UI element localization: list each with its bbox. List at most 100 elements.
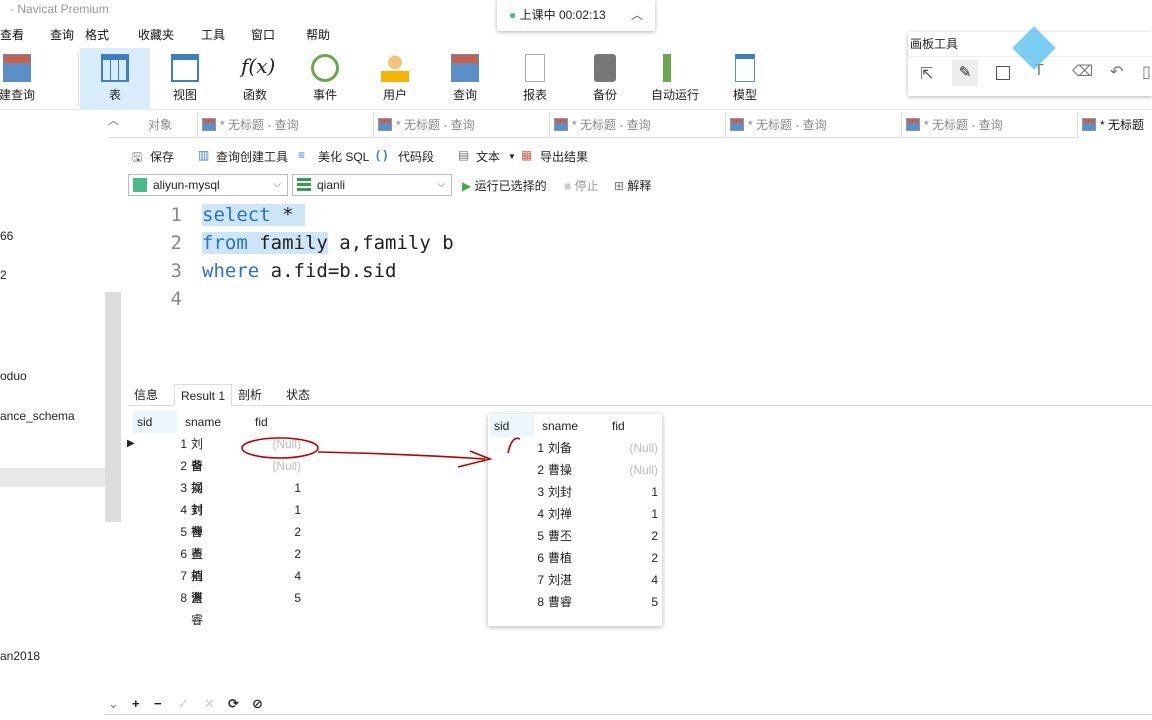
cell-fid[interactable]: 4 [251, 565, 301, 587]
pen-tool-icon[interactable]: ✎ [952, 60, 978, 86]
beautify-sql-button[interactable]: 美化 SQL [318, 148, 369, 165]
cell-sname[interactable]: 曹丕 [548, 525, 572, 547]
text-button[interactable]: 文本 [476, 148, 500, 165]
sidebar-item[interactable]: ance_schema [0, 409, 75, 423]
cell-sname[interactable]: 曹植 [191, 543, 203, 583]
delete-tool-icon[interactable]: ▯ [1142, 62, 1151, 82]
explain-button[interactable]: ⊞ 解释 [614, 177, 651, 194]
menu-favorites[interactable]: 收藏夹 [138, 26, 174, 43]
caret-down-icon[interactable]: ▼ [508, 152, 516, 161]
cell-fid[interactable]: 1 [251, 499, 301, 521]
cell-fid[interactable]: 2 [251, 521, 301, 543]
sidebar-item[interactable]: 2 [0, 268, 7, 282]
cell-fid[interactable]: 1 [608, 503, 658, 525]
cell-sid[interactable]: 8 [133, 587, 187, 609]
cell-sid[interactable]: 7 [490, 569, 544, 591]
export-results-button[interactable]: 导出结果 [540, 148, 588, 165]
cell-sname[interactable]: 曹睿 [191, 587, 203, 627]
ribbon-table[interactable]: 表 [80, 48, 150, 110]
stop-button[interactable]: ■ 停止 [564, 177, 599, 194]
tab-status[interactable]: 状态 [280, 384, 316, 406]
cell-sid[interactable]: 5 [490, 525, 544, 547]
column-header-sname[interactable]: sname [542, 415, 578, 437]
tab-query-1[interactable]: * 无标题 - 查询 [198, 112, 374, 138]
cell-fid[interactable]: 5 [251, 587, 301, 609]
column-header-fid[interactable]: fid [612, 415, 625, 437]
menu-tools[interactable]: 工具 [201, 26, 225, 43]
ribbon-view[interactable]: 视图 [150, 48, 220, 110]
cell-sid[interactable]: 6 [133, 543, 187, 565]
cell-sname[interactable]: 刘湛 [548, 569, 572, 591]
menu-view[interactable]: 查看 [0, 26, 24, 43]
menu-query[interactable]: 查询 [50, 26, 74, 43]
ribbon-automation[interactable]: 自动运行 [640, 48, 710, 110]
cell-fid[interactable]: 2 [251, 543, 301, 565]
add-record-button[interactable]: + [132, 696, 140, 711]
class-status-badge[interactable]: ● 上课中 00:02:13 ︿ [497, 0, 655, 31]
discard-button[interactable]: ✕ [204, 696, 215, 712]
cell-fid[interactable]: 4 [608, 569, 658, 591]
database-select[interactable]: qianli ⌵ [292, 174, 452, 196]
sidebar-selected-row[interactable] [0, 468, 105, 487]
menu-window[interactable]: 窗口 [251, 26, 275, 43]
cell-sname[interactable]: 曹植 [548, 547, 572, 569]
editor-scrollbar[interactable] [105, 292, 121, 522]
cell-fid[interactable]: 1 [608, 481, 658, 503]
rectangle-tool-icon[interactable] [996, 66, 1010, 80]
cell-fid[interactable]: 5 [608, 591, 658, 613]
menu-help[interactable]: 帮助 [306, 26, 330, 43]
delete-record-button[interactable]: − [154, 696, 162, 711]
cell-sname[interactable]: 曹操 [548, 459, 572, 481]
ribbon-user[interactable]: 用户 [360, 48, 430, 110]
cell-sname[interactable]: 曹操 [191, 455, 203, 495]
ribbon-report[interactable]: 报表 [500, 48, 570, 110]
cell-sid[interactable]: 3 [133, 477, 187, 499]
cell-sname[interactable]: 刘封 [548, 481, 572, 503]
cell-sname[interactable]: 刘湛 [191, 565, 203, 605]
cell-sid[interactable]: 1 [133, 433, 187, 455]
cell-fid[interactable]: (Null) [608, 437, 658, 459]
run-selected-button[interactable]: ▶ 运行已选择的 [462, 177, 547, 194]
sidebar-item[interactable]: 66 [0, 229, 13, 243]
cell-sid[interactable]: 8 [490, 591, 544, 613]
column-header-sname[interactable]: sname [185, 411, 221, 433]
cell-sname[interactable]: 刘禅 [191, 499, 203, 539]
select-tool-icon[interactable]: ⇱ [920, 64, 933, 84]
cell-sname[interactable]: 刘禅 [548, 503, 572, 525]
collapse-icon[interactable]: ︿ [108, 112, 119, 128]
cell-sid[interactable]: 5 [133, 521, 187, 543]
tab-query-5[interactable]: * 无标题 - 查询 [902, 112, 1078, 138]
tab-query-3[interactable]: * 无标题 - 查询 [550, 112, 726, 138]
apply-button[interactable]: ✓ [178, 696, 189, 712]
ribbon-model[interactable]: 模型 [710, 48, 780, 110]
eraser-tool-icon[interactable]: ⌫ [1072, 62, 1093, 80]
tab-info[interactable]: 信息 [128, 384, 164, 406]
cell-sid[interactable]: 4 [133, 499, 187, 521]
cell-sname[interactable]: 刘备 [548, 437, 572, 459]
ribbon-event[interactable]: 事件 [290, 48, 360, 110]
server-select[interactable]: aliyun-mysql ⌵ [128, 174, 288, 196]
cell-fid[interactable]: 2 [608, 547, 658, 569]
tab-objects[interactable]: 对象 [126, 112, 198, 138]
chevron-down-icon[interactable]: ⌄ [108, 696, 119, 712]
cell-sname[interactable]: 曹丕 [191, 521, 203, 561]
tab-result-1[interactable]: Result 1 [174, 384, 233, 406]
cell-sname[interactable]: 刘备 [191, 433, 203, 473]
refresh-button[interactable]: ⟳ [228, 696, 239, 712]
cell-fid[interactable]: 2 [608, 525, 658, 547]
menu-format[interactable]: 格式 [85, 26, 109, 43]
cell-sname[interactable]: 曹睿 [548, 591, 572, 613]
ribbon-function[interactable]: f(x) 函数 [220, 48, 290, 110]
sidebar-item[interactable]: an2018 [0, 649, 40, 663]
chevron-up-icon[interactable]: ︿ [631, 0, 643, 31]
cell-sid[interactable]: 4 [490, 503, 544, 525]
cell-sid[interactable]: 7 [133, 565, 187, 587]
ribbon-query[interactable]: 查询 [430, 48, 500, 110]
save-button[interactable]: 保存 [150, 148, 174, 165]
tab-query-4[interactable]: * 无标题 - 查询 [726, 112, 902, 138]
cell-sname[interactable]: 刘封 [191, 477, 203, 517]
tab-profile[interactable]: 剖析 [232, 384, 268, 406]
stop-button[interactable]: ⊘ [252, 696, 263, 712]
undo-tool-icon[interactable]: ↶ [1110, 62, 1123, 82]
sidebar-item[interactable]: oduo [0, 369, 27, 383]
